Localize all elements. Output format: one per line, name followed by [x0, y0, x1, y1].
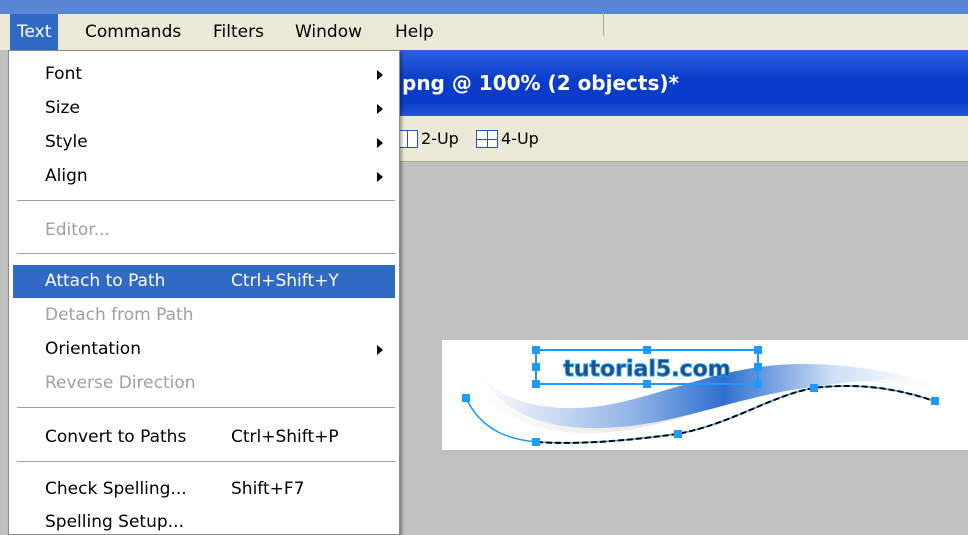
submenu-arrow-icon	[377, 138, 383, 148]
four-up-icon	[476, 130, 498, 148]
menu-item-label: Align	[45, 166, 88, 186]
path-point	[674, 430, 682, 438]
menu-item-label: Size	[45, 98, 80, 118]
toolbar-divider	[603, 12, 604, 36]
menu-item-label: Check Spelling...	[45, 479, 187, 499]
menu-text[interactable]: Text	[10, 14, 59, 50]
menu-window[interactable]: Window	[288, 14, 369, 50]
selection-handle	[532, 380, 540, 388]
submenu-arrow-icon	[377, 104, 383, 114]
artwork[interactable]: tutorial5.com	[442, 340, 968, 450]
selection-handle	[754, 363, 762, 371]
menu-item-label: Spelling Setup...	[45, 512, 184, 532]
selection-handle	[754, 346, 762, 354]
menu-item-label: Attach to Path	[45, 271, 166, 291]
menu-item-label: Orientation	[45, 339, 141, 359]
menu-item-size[interactable]: Size	[13, 92, 395, 125]
menu-separator	[17, 200, 395, 202]
menu-item-detach-from-path[interactable]: Detach from Path	[13, 299, 395, 332]
menu-item-orientation[interactable]: Orientation	[13, 333, 395, 366]
path-point	[462, 394, 470, 402]
menu-item-label: Style	[45, 132, 88, 152]
menu-separator	[17, 407, 395, 409]
document-title: png @ 100% (2 objects)*	[402, 71, 679, 95]
menu-item-shortcut: Shift+F7	[231, 479, 305, 499]
path-point	[532, 438, 540, 446]
selection-handle	[532, 346, 540, 354]
menu-item-shortcut: Ctrl+Shift+P	[231, 427, 339, 447]
selection-handle	[643, 346, 651, 354]
submenu-arrow-icon	[377, 172, 383, 182]
four-up-button[interactable]: 4-Up	[476, 126, 566, 152]
menubar: Text Commands Filters Window Help	[0, 14, 968, 50]
two-up-button[interactable]: 2-Up	[396, 126, 486, 152]
path-point	[931, 397, 939, 405]
menu-item-spelling-setup[interactable]: Spelling Setup...	[13, 506, 395, 535]
two-up-label: 2-Up	[421, 129, 459, 148]
menu-item-align[interactable]: Align	[13, 160, 395, 193]
menu-filters[interactable]: Filters	[206, 14, 271, 50]
menu-item-shortcut: Ctrl+Shift+Y	[231, 271, 339, 291]
menu-item-editor[interactable]: Editor...	[13, 214, 395, 247]
menu-item-label: Convert to Paths	[45, 427, 187, 447]
document-title-bar[interactable]: png @ 100% (2 objects)*	[400, 50, 968, 116]
menu-separator	[17, 461, 395, 463]
menu-help[interactable]: Help	[388, 14, 441, 50]
menu-item-font[interactable]: Font	[13, 58, 395, 91]
selection-handle	[643, 380, 651, 388]
menu-item-label: Editor...	[45, 220, 110, 240]
menu-item-label: Detach from Path	[45, 305, 194, 325]
menu-commands[interactable]: Commands	[78, 14, 188, 50]
window-top-edge	[0, 0, 968, 14]
text-menu-dropdown: Font Size Style Align Editor... Attach t…	[8, 50, 400, 535]
menu-item-style[interactable]: Style	[13, 126, 395, 159]
submenu-arrow-icon	[377, 70, 383, 80]
path-point	[810, 384, 818, 392]
submenu-arrow-icon	[377, 345, 383, 355]
menu-item-reverse-direction[interactable]: Reverse Direction	[13, 367, 395, 400]
four-up-label: 4-Up	[501, 129, 539, 148]
selection-handle	[532, 363, 540, 371]
menu-item-attach-to-path[interactable]: Attach to Path Ctrl+Shift+Y	[13, 265, 395, 298]
menu-item-convert-to-paths[interactable]: Convert to Paths Ctrl+Shift+P	[13, 421, 395, 454]
view-toolbar: 2-Up 4-Up	[396, 116, 968, 162]
selection-handle	[754, 380, 762, 388]
menu-item-check-spelling[interactable]: Check Spelling... Shift+F7	[13, 473, 395, 506]
menu-item-label: Reverse Direction	[45, 373, 196, 393]
artwork-text: tutorial5.com	[563, 357, 730, 382]
menu-separator	[17, 253, 395, 255]
menu-item-label: Font	[45, 64, 83, 84]
